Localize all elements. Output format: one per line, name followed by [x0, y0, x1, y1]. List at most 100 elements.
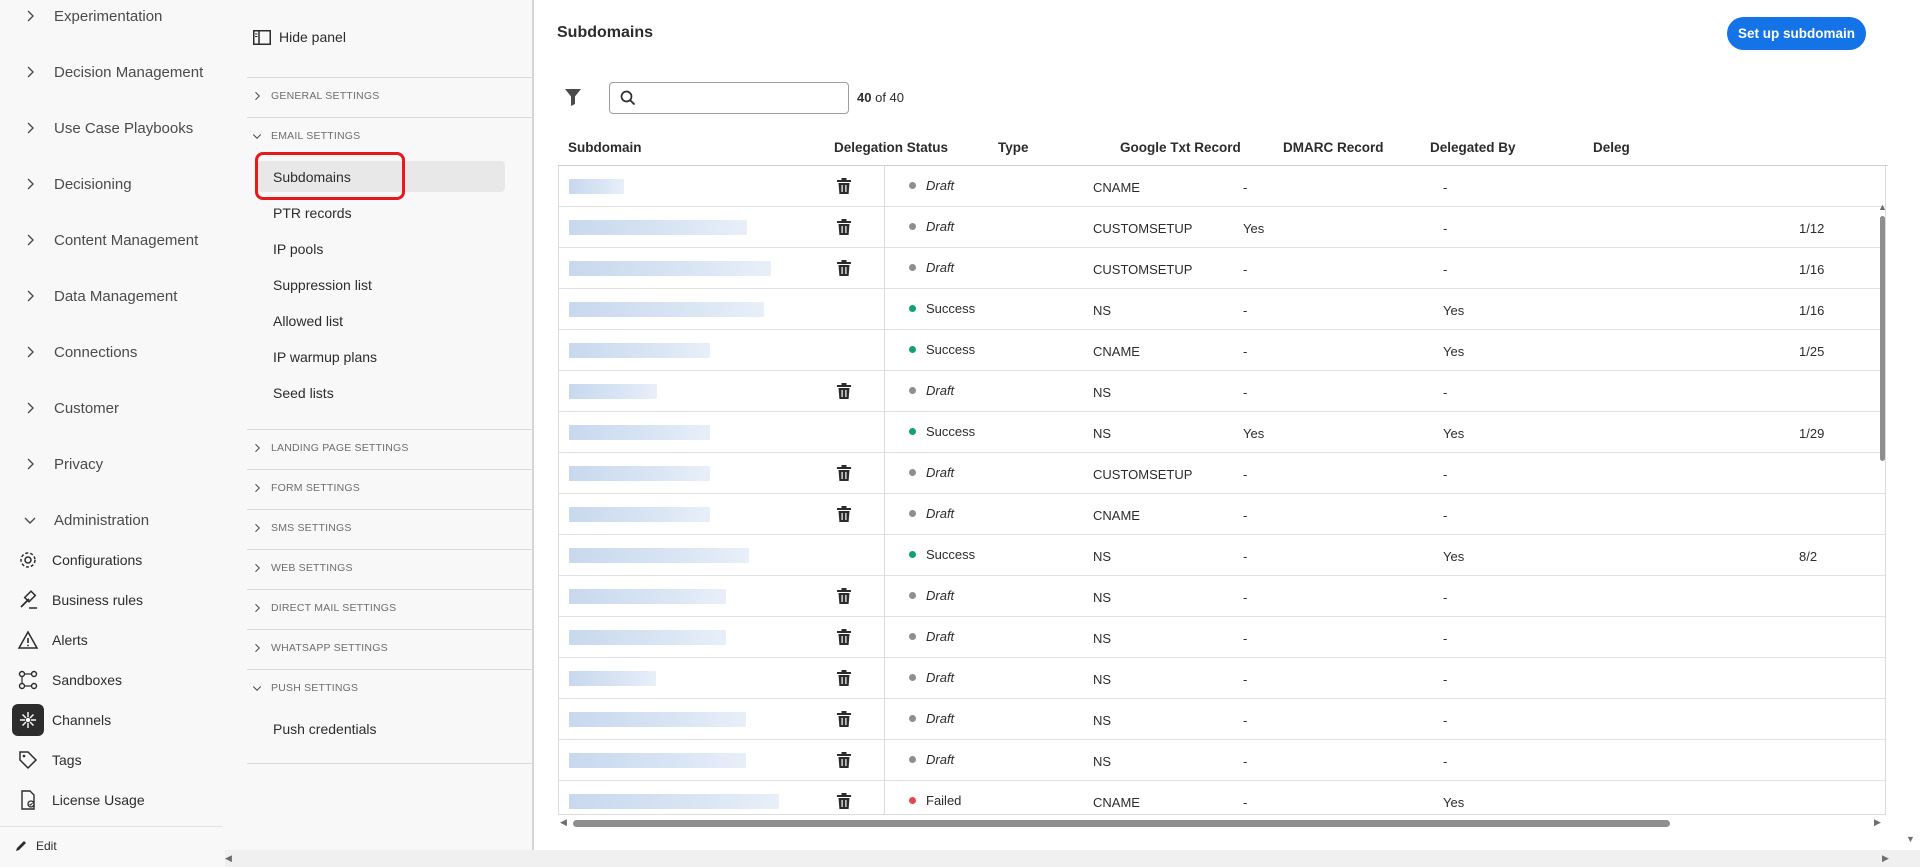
subdomain-redacted[interactable]	[569, 343, 710, 358]
table-row[interactable]: Draft NS - -	[559, 576, 1885, 617]
nav-item-experimentation[interactable]: Experimentation	[0, 0, 225, 36]
subdomain-redacted[interactable]	[569, 712, 746, 727]
scroll-left-arrow[interactable]: ◀	[560, 817, 567, 828]
nav-item-sandboxes[interactable]: Sandboxes	[10, 662, 220, 698]
subdomain-redacted[interactable]	[569, 220, 747, 235]
scroll-up-arrow[interactable]: ▲	[1878, 202, 1885, 212]
nav-item-channels[interactable]: Channels	[10, 702, 220, 738]
subdomain-redacted[interactable]	[569, 179, 624, 194]
column-header-deleg[interactable]: Deleg	[1593, 140, 1630, 155]
vertical-scroll-thumb[interactable]	[1880, 216, 1885, 461]
delete-icon[interactable]	[836, 259, 852, 277]
delete-icon[interactable]	[836, 464, 852, 482]
subdomain-redacted[interactable]	[569, 466, 710, 481]
column-header-subdomain[interactable]: Subdomain	[568, 140, 642, 155]
delete-icon[interactable]	[836, 710, 852, 728]
nav-item-license-usage[interactable]: License Usage	[10, 782, 220, 818]
table-row[interactable]: Draft CUSTOMSETUP Yes - 1/12	[559, 207, 1885, 248]
horizontal-scrollbar[interactable]: ◀ ▶	[558, 816, 1888, 830]
nav-item-administration[interactable]: Administration	[0, 500, 225, 540]
subdomain-redacted[interactable]	[569, 425, 710, 440]
page-scroll-left-arrow[interactable]: ◀	[225, 853, 232, 864]
delete-icon[interactable]	[836, 382, 852, 400]
nav-item-alerts[interactable]: Alerts	[10, 622, 220, 658]
vertical-scrollbar[interactable]: ▲ ▼	[1877, 200, 1885, 814]
section-email-settings[interactable]: EMAIL SETTINGS	[247, 126, 360, 146]
panel-item-allowed-list[interactable]: Allowed list	[273, 310, 343, 332]
subdomain-redacted[interactable]	[569, 753, 746, 768]
panel-item-ip-warmup-plans[interactable]: IP warmup plans	[273, 346, 377, 368]
delete-icon[interactable]	[836, 218, 852, 236]
delete-icon[interactable]	[836, 628, 852, 646]
panel-item-suppression-list[interactable]: Suppression list	[273, 274, 372, 296]
horizontal-scroll-thumb[interactable]	[573, 820, 1670, 827]
table-row[interactable]: Draft NS - -	[559, 740, 1885, 781]
column-header-type[interactable]: Type	[998, 140, 1029, 155]
delete-icon[interactable]	[836, 751, 852, 769]
page-scroll-down-arrow[interactable]: ▼	[1906, 834, 1915, 844]
delete-icon[interactable]	[836, 792, 852, 810]
table-row[interactable]: Draft CUSTOMSETUP - - 1/16	[559, 248, 1885, 289]
nav-item-customer[interactable]: Customer	[0, 388, 225, 428]
panel-item-ptr-records[interactable]: PTR records	[273, 202, 352, 224]
nav-item-business-rules[interactable]: Business rules	[10, 582, 220, 618]
nav-item-data-management[interactable]: Data Management	[0, 276, 225, 316]
page-vertical-scrollbar[interactable]: ▼	[1900, 0, 1920, 850]
table-row[interactable]: Draft NS - -	[559, 617, 1885, 658]
subdomain-redacted[interactable]	[569, 630, 726, 645]
nav-item-tags[interactable]: Tags	[10, 742, 220, 778]
table-row[interactable]: Success NS - Yes 1/16	[559, 289, 1885, 330]
column-header-google-txt-record[interactable]: Google Txt Record	[1120, 140, 1241, 155]
section-sms-settings[interactable]: SMS SETTINGS	[247, 518, 352, 538]
section-push-settings[interactable]: PUSH SETTINGS	[247, 678, 358, 698]
panel-item-push-credentials[interactable]: Push credentials	[273, 718, 377, 740]
section-web-settings[interactable]: WEB SETTINGS	[247, 558, 353, 578]
section-landing-page-settings[interactable]: LANDING PAGE SETTINGS	[247, 438, 409, 458]
delete-icon[interactable]	[836, 669, 852, 687]
section-form-settings[interactable]: FORM SETTINGS	[247, 478, 360, 498]
hide-panel-button[interactable]: Hide panel	[253, 26, 346, 48]
table-row[interactable]: Draft NS - -	[559, 658, 1885, 699]
subdomain-redacted[interactable]	[569, 261, 771, 276]
set-up-subdomain-button[interactable]: Set up subdomain	[1727, 17, 1866, 50]
subdomain-redacted[interactable]	[569, 671, 656, 686]
nav-item-privacy[interactable]: Privacy	[0, 444, 225, 484]
delete-icon[interactable]	[836, 587, 852, 605]
table-row[interactable]: Success CNAME - Yes 1/25	[559, 330, 1885, 371]
nav-item-decision-management[interactable]: Decision Management	[0, 52, 225, 92]
table-row[interactable]: Failed CNAME - Yes	[559, 781, 1885, 814]
filter-icon[interactable]	[564, 87, 582, 107]
edit-nav-button[interactable]: Edit	[14, 836, 57, 856]
column-header-delegated-by[interactable]: Delegated By	[1430, 140, 1516, 155]
panel-item-seed-lists[interactable]: Seed lists	[273, 382, 334, 404]
table-row[interactable]: Draft NS - -	[559, 699, 1885, 740]
panel-item-ip-pools[interactable]: IP pools	[273, 238, 323, 260]
search-field[interactable]	[609, 82, 849, 114]
subdomain-redacted[interactable]	[569, 507, 710, 522]
delete-icon[interactable]	[836, 505, 852, 523]
page-horizontal-scrollbar[interactable]: ◀ ▶	[225, 850, 1920, 867]
nav-item-decisioning[interactable]: Decisioning	[0, 164, 225, 204]
subdomain-redacted[interactable]	[569, 794, 779, 809]
table-row[interactable]: Draft CNAME - -	[559, 494, 1885, 535]
column-header-delegation-status[interactable]: Delegation Status	[834, 140, 948, 155]
table-row[interactable]: Draft CNAME - -	[559, 166, 1885, 207]
table-row[interactable]: Draft CUSTOMSETUP - -	[559, 453, 1885, 494]
nav-item-configurations[interactable]: Configurations	[10, 542, 220, 578]
subdomain-redacted[interactable]	[569, 384, 657, 399]
nav-item-content-management[interactable]: Content Management	[0, 220, 225, 260]
subdomain-redacted[interactable]	[569, 589, 726, 604]
section-general-settings[interactable]: GENERAL SETTINGS	[247, 86, 379, 106]
subdomain-redacted[interactable]	[569, 302, 764, 317]
scroll-right-arrow[interactable]: ▶	[1874, 817, 1881, 828]
column-header-dmarc-record[interactable]: DMARC Record	[1283, 140, 1384, 155]
section-direct-mail-settings[interactable]: DIRECT MAIL SETTINGS	[247, 598, 396, 618]
nav-item-use-case-playbooks[interactable]: Use Case Playbooks	[0, 108, 225, 148]
table-row[interactable]: Draft NS - -	[559, 371, 1885, 412]
search-input[interactable]	[644, 87, 839, 109]
delete-icon[interactable]	[836, 177, 852, 195]
nav-item-connections[interactable]: Connections	[0, 332, 225, 372]
page-scroll-right-arrow[interactable]: ▶	[1882, 853, 1889, 864]
subdomain-redacted[interactable]	[569, 548, 749, 563]
section-whatsapp-settings[interactable]: WHATSAPP SETTINGS	[247, 638, 388, 658]
